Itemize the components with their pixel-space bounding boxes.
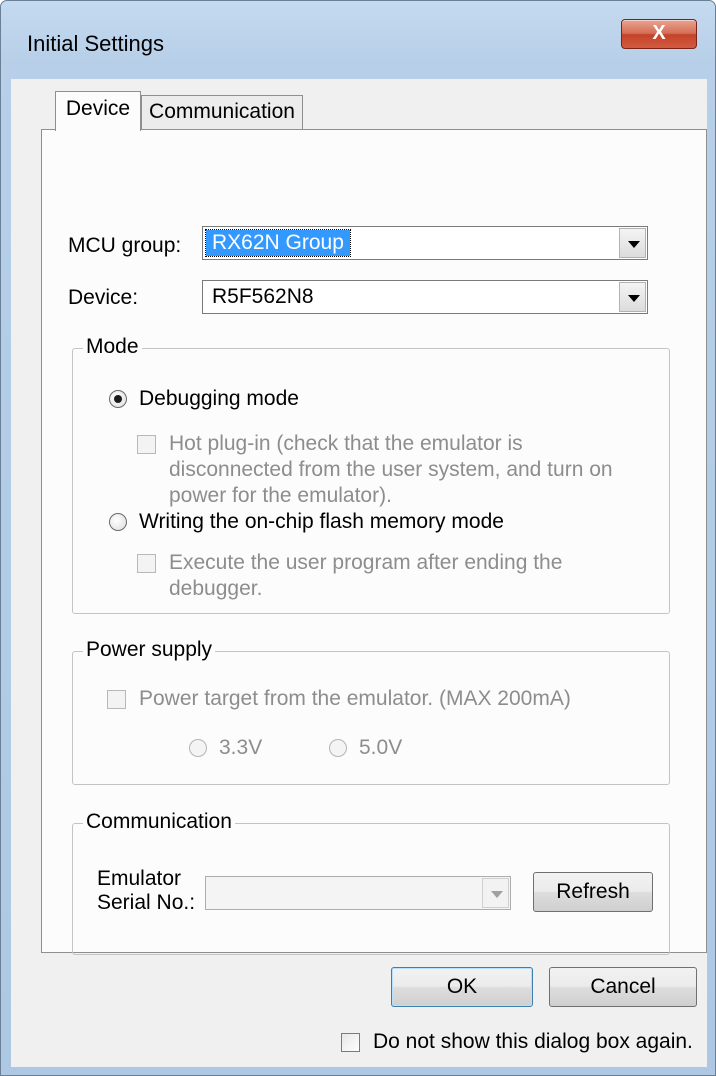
communication-group: Communication Emulator Serial No.: Refre… xyxy=(72,810,670,955)
emulator-serial-label: Emulator Serial No.: xyxy=(97,867,195,915)
chevron-down-icon[interactable] xyxy=(482,878,509,908)
cancel-button[interactable]: Cancel xyxy=(549,967,697,1007)
device-label: Device: xyxy=(68,286,139,309)
debugging-mode-radio[interactable] xyxy=(109,390,127,408)
chevron-down-icon[interactable] xyxy=(619,228,646,258)
power-3v3-label: 3.3V xyxy=(219,736,263,759)
power-target-checkbox[interactable] xyxy=(107,690,126,709)
execute-user-program-label: Execute the user program after ending th… xyxy=(169,550,562,602)
power-supply-group-title: Power supply xyxy=(83,638,216,662)
execute-label-line1: Execute the user program after ending th… xyxy=(169,551,563,574)
mcu-group-selected-value: RX62N Group xyxy=(205,229,351,257)
power-5v0-label: 5.0V xyxy=(359,736,403,759)
execute-label-line2: debugger. xyxy=(169,577,263,600)
window-title: Initial Settings xyxy=(27,31,164,56)
debugging-mode-label[interactable]: Debugging mode xyxy=(139,387,299,411)
writing-flash-mode-label[interactable]: Writing the on-chip flash memory mode xyxy=(139,510,504,534)
mode-group: Mode Debugging mode Hot plug-in (check t… xyxy=(72,335,670,614)
power-target-label: Power target from the emulator. (MAX 200… xyxy=(139,687,571,710)
tab-device[interactable]: Device xyxy=(55,91,141,131)
ok-button[interactable]: OK xyxy=(391,967,533,1007)
serial-label-line1: Emulator xyxy=(97,867,182,890)
writing-flash-mode-radio[interactable] xyxy=(109,513,127,531)
dont-show-again-checkbox[interactable] xyxy=(341,1033,360,1052)
power-5v0-radio[interactable] xyxy=(329,739,347,757)
chevron-down-icon[interactable] xyxy=(619,282,646,312)
hot-plug-label-line1: Hot plug-in (check that the emulator is xyxy=(169,432,523,455)
hot-plug-label: Hot plug-in (check that the emulator is … xyxy=(169,431,613,509)
tab-communication[interactable]: Communication xyxy=(141,95,303,129)
power-supply-group: Power supply Power target from the emula… xyxy=(72,638,670,785)
emulator-serial-select[interactable] xyxy=(205,876,511,910)
dialog-client-area: Device Communication MCU group: RX62N Gr… xyxy=(11,79,707,1067)
communication-group-title: Communication xyxy=(83,810,235,834)
mcu-group-select[interactable]: RX62N Group xyxy=(202,226,648,260)
initial-settings-dialog: Initial Settings X Device Communication … xyxy=(0,0,716,1076)
device-tab-panel: MCU group: RX62N Group Device: R5F562N8 … xyxy=(41,129,707,955)
execute-user-program-checkbox[interactable] xyxy=(137,554,156,573)
device-select[interactable]: R5F562N8 xyxy=(202,280,648,314)
serial-selected-value xyxy=(209,880,221,906)
close-icon: X xyxy=(652,22,666,44)
mode-group-title: Mode xyxy=(83,335,142,359)
device-selected-value: R5F562N8 xyxy=(212,285,314,308)
hot-plug-label-line3: power for the emulator). xyxy=(169,484,392,507)
title-bar[interactable]: Initial Settings X xyxy=(1,1,715,79)
mcu-group-label: MCU group: xyxy=(68,234,182,257)
serial-label-line2: Serial No.: xyxy=(97,891,196,914)
refresh-button[interactable]: Refresh xyxy=(533,872,653,912)
dont-show-again-label[interactable]: Do not show this dialog box again. xyxy=(373,1030,693,1054)
hot-plug-label-line2: disconnected from the user system, and t… xyxy=(169,458,613,481)
power-3v3-radio[interactable] xyxy=(189,739,207,757)
hot-plug-checkbox[interactable] xyxy=(137,435,156,454)
close-button[interactable]: X xyxy=(621,19,697,49)
